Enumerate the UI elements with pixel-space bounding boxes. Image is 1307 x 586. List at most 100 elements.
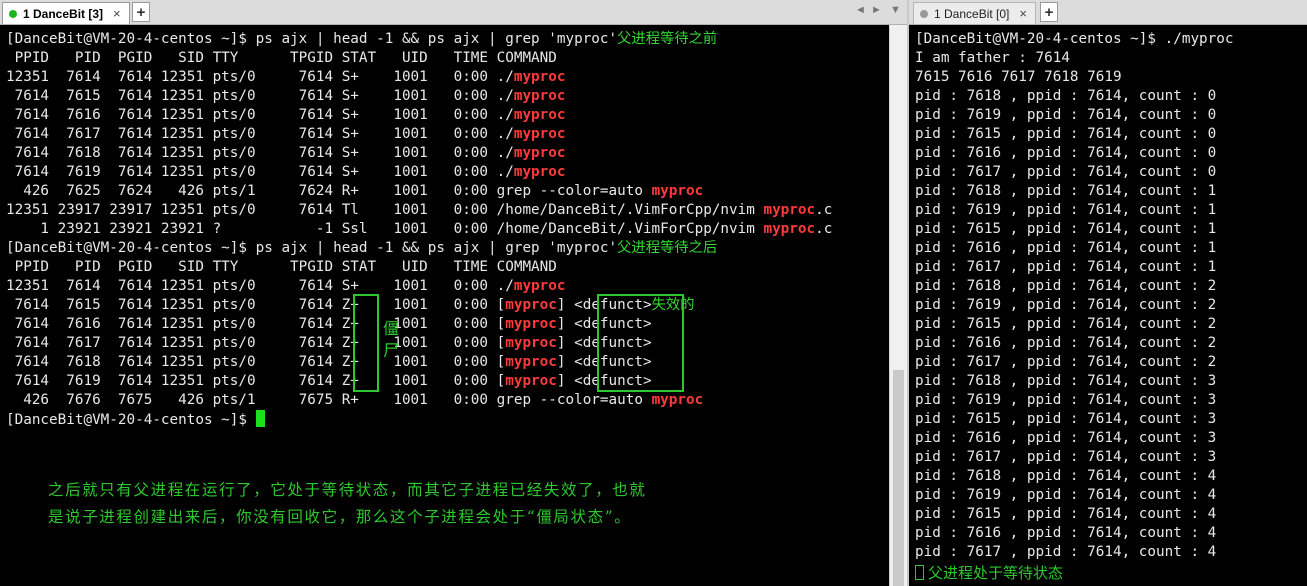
terminal-line: 1 23921 23921 23921 ? -1 Ssl 1001 0:00 /… — [6, 220, 832, 239]
terminal-line: 7614 7619 7614 12351 pts/0 7614 Z+ 1001 … — [6, 372, 832, 391]
terminal-line: 7615 7616 7617 7618 7619 — [915, 69, 1122, 85]
scrollbar-thumb[interactable] — [893, 370, 904, 586]
tab-list-dropdown-icon[interactable]: ▼ — [890, 4, 901, 16]
highlight-text: myproc — [513, 107, 566, 123]
right-bottom-note: 父进程处于等待状态 — [915, 562, 1063, 583]
highlight-text: myproc — [651, 392, 704, 408]
terminal-line: 12351 23917 23917 12351 pts/0 7614 Tl 10… — [6, 201, 832, 220]
terminal-line: 7614 7616 7614 12351 pts/0 7614 S+ 1001 … — [6, 106, 832, 125]
terminal-text: 7614 7616 7614 12351 pts/0 7614 Z+ 1001 … — [6, 316, 506, 332]
bottom-note-text: 父进程处于等待状态 — [928, 564, 1064, 582]
tab-scroll-right-icon[interactable]: ► — [871, 4, 882, 16]
terminal-line: 7614 7618 7614 12351 pts/0 7614 Z+ 1001 … — [6, 353, 832, 372]
new-tab-button[interactable]: + — [1040, 2, 1058, 22]
terminal-line: pid : 7615 , ppid : 7614, count : 1 — [915, 221, 1217, 237]
terminal-text: 7614 7618 7614 12351 pts/0 7614 Z+ 1001 … — [6, 354, 506, 370]
terminal-line: pid : 7616 , ppid : 7614, count : 3 — [915, 430, 1217, 446]
terminal-text: [DanceBit@VM-20-4-centos ~]$ ps ajx | he… — [6, 240, 618, 256]
tab-scroll-left-icon[interactable]: ◄ — [855, 4, 866, 16]
left-tab-bar: 1 DanceBit [3] × + ◄ ► ▼ — [0, 0, 907, 25]
terminal-text: 7614 7619 7614 12351 pts/0 7614 S+ 1001 … — [6, 164, 514, 180]
terminal-line: pid : 7615 , ppid : 7614, count : 2 — [915, 316, 1217, 332]
zombie-state-box — [353, 294, 379, 392]
terminal-line: pid : 7616 , ppid : 7614, count : 2 — [915, 335, 1217, 351]
terminal-line: pid : 7617 , ppid : 7614, count : 1 — [915, 259, 1217, 275]
highlight-text: myproc — [651, 183, 704, 199]
terminal-line: pid : 7615 , ppid : 7614, count : 0 — [915, 126, 1217, 142]
tab-dancebit-3[interactable]: 1 DanceBit [3] × — [2, 2, 130, 24]
terminal-line: pid : 7616 , ppid : 7614, count : 4 — [915, 525, 1217, 541]
terminal-text: [DanceBit@VM-20-4-centos ~]$ — [6, 412, 256, 428]
session-status-icon — [920, 9, 928, 18]
tab-dancebit-0[interactable]: 1 DanceBit [0] × — [913, 2, 1036, 24]
terminal-text: 7614 7619 7614 12351 pts/0 7614 Z+ 1001 … — [6, 373, 506, 389]
terminal-text: 426 7625 7624 426 pts/1 7624 R+ 1001 0:0… — [6, 183, 652, 199]
terminal-line: 12351 7614 7614 12351 pts/0 7614 S+ 1001… — [6, 68, 832, 87]
terminal-line: pid : 7617 , ppid : 7614, count : 0 — [915, 164, 1217, 180]
highlight-text: myproc — [513, 145, 566, 161]
terminal-text: 7614 7615 7614 12351 pts/0 7614 S+ 1001 … — [6, 88, 514, 104]
terminal-text: 7614 7616 7614 12351 pts/0 7614 S+ 1001 … — [6, 107, 514, 123]
terminal-line: pid : 7619 , ppid : 7614, count : 4 — [915, 487, 1217, 503]
terminal-text: 12351 7614 7614 12351 pts/0 7614 S+ 1001… — [6, 69, 514, 85]
terminal-line: 7614 7617 7614 12351 pts/0 7614 S+ 1001 … — [6, 125, 832, 144]
cursor-icon — [915, 565, 924, 580]
new-tab-button[interactable]: + — [132, 2, 150, 22]
annotation-text: 父进程等待之后 — [617, 240, 718, 256]
highlight-text: myproc — [505, 335, 557, 351]
highlight-text: myproc — [505, 373, 557, 389]
highlight-text: myproc — [505, 316, 557, 332]
terminal-line: pid : 7618 , ppid : 7614, count : 3 — [915, 373, 1217, 389]
terminal-line: pid : 7615 , ppid : 7614, count : 4 — [915, 506, 1217, 522]
highlight-text: myproc — [505, 354, 557, 370]
terminal-line: 7614 7615 7614 12351 pts/0 7614 S+ 1001 … — [6, 87, 832, 106]
terminal-text: 1 23921 23921 23921 ? -1 Ssl 1001 0:00 /… — [6, 221, 764, 237]
highlight-text: myproc — [513, 69, 566, 85]
terminal-line: 426 7676 7675 426 pts/1 7675 R+ 1001 0:0… — [6, 391, 832, 410]
terminal-text: 12351 7614 7614 12351 pts/0 7614 S+ 1001… — [6, 278, 514, 294]
terminal-line: 7614 7619 7614 12351 pts/0 7614 S+ 1001 … — [6, 163, 832, 182]
left-terminal-scrollbar[interactable] — [889, 25, 907, 586]
tab-label: 1 DanceBit [0] — [934, 6, 1010, 21]
terminal-line: pid : 7617 , ppid : 7614, count : 2 — [915, 354, 1217, 370]
terminal-cursor — [255, 410, 265, 427]
comment-line-2: 是说子进程创建出来后，你没有回收它，那么这个子进程会处于“僵局状态”。 — [48, 508, 632, 526]
terminal-line: pid : 7617 , ppid : 7614, count : 4 — [915, 544, 1217, 560]
terminal-text: 12351 23917 23917 12351 pts/0 7614 Tl 10… — [6, 202, 764, 218]
session-status-icon — [9, 9, 17, 18]
terminal-text: 7614 7618 7614 12351 pts/0 7614 S+ 1001 … — [6, 145, 514, 161]
highlight-text: myproc — [513, 126, 566, 142]
terminal-line: 12351 7614 7614 12351 pts/0 7614 S+ 1001… — [6, 277, 832, 296]
terminal-line: [DanceBit@VM-20-4-centos ~]$ ps ajx | he… — [6, 30, 832, 49]
defunct-box — [597, 294, 684, 392]
highlight-text: myproc — [505, 297, 557, 313]
left-terminal[interactable]: [DanceBit@VM-20-4-centos ~]$ ps ajx | he… — [6, 30, 832, 429]
terminal-line: [DanceBit@VM-20-4-centos ~]$ ./myproc — [915, 31, 1234, 47]
terminal-line: 426 7625 7624 426 pts/1 7624 R+ 1001 0:0… — [6, 182, 832, 201]
terminal-line: pid : 7616 , ppid : 7614, count : 1 — [915, 240, 1217, 256]
comment-line-1: 之后就只有父进程在运行了，它处于等待状态，而其它子进程已经失效了，也就 — [48, 481, 647, 499]
tab-label: 1 DanceBit [3] — [23, 6, 104, 21]
pane-divider[interactable] — [907, 0, 909, 586]
terminal-line: PPID PID PGID SID TTY TPGID STAT UID TIM… — [6, 258, 832, 277]
terminal-text: 426 7676 7675 426 pts/1 7675 R+ 1001 0:0… — [6, 392, 652, 408]
terminal-line: [DanceBit@VM-20-4-centos ~]$ ps ajx | he… — [6, 239, 832, 258]
terminal-line: pid : 7615 , ppid : 7614, count : 3 — [915, 411, 1217, 427]
terminal-line: PPID PID PGID SID TTY TPGID STAT UID TIM… — [6, 49, 832, 68]
close-tab-icon[interactable]: × — [1019, 6, 1027, 21]
highlight-text: myproc — [763, 221, 816, 237]
terminal-line: 7614 7618 7614 12351 pts/0 7614 S+ 1001 … — [6, 144, 832, 163]
close-tab-icon[interactable]: × — [113, 6, 121, 21]
right-terminal[interactable]: [DanceBit@VM-20-4-centos ~]$ ./myproc I a… — [915, 30, 1233, 562]
zombie-annotation: 僵尸 — [383, 319, 400, 360]
terminal-line: 7614 7616 7614 12351 pts/0 7614 Z+ 1001 … — [6, 315, 832, 334]
explanation-comment: 之后就只有父进程在运行了，它处于等待状态，而其它子进程已经失效了，也就 是说子进… — [48, 477, 647, 531]
terminal-line: pid : 7617 , ppid : 7614, count : 3 — [915, 449, 1217, 465]
terminal-line: pid : 7618 , ppid : 7614, count : 0 — [915, 88, 1217, 104]
annotation-text: 父进程等待之前 — [617, 31, 718, 47]
highlight-text: myproc — [513, 164, 566, 180]
terminal-text: .c — [815, 202, 833, 218]
terminal-line: pid : 7619 , ppid : 7614, count : 3 — [915, 392, 1217, 408]
terminal-line: pid : 7616 , ppid : 7614, count : 0 — [915, 145, 1217, 161]
terminal-line: 7614 7615 7614 12351 pts/0 7614 Z+ 1001 … — [6, 296, 832, 315]
